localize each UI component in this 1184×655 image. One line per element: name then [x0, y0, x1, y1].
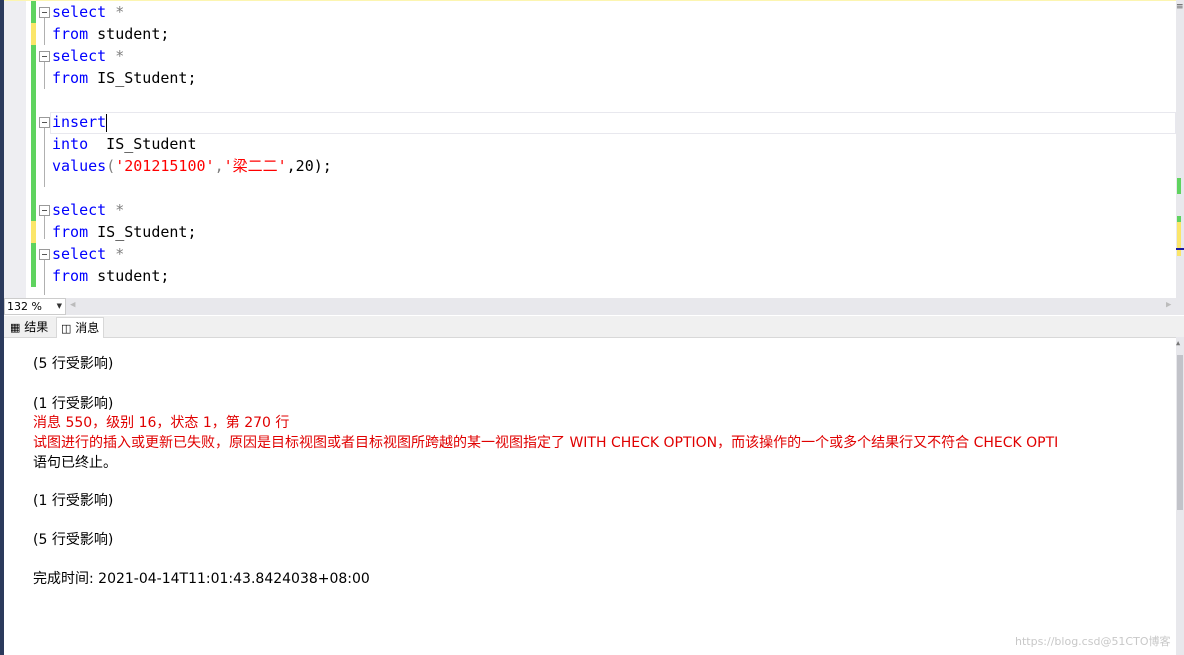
code-line[interactable]: insert [52, 111, 108, 133]
change-marker-saved [31, 243, 36, 287]
split-icon[interactable]: ≡ [1176, 2, 1184, 12]
change-marker-unsaved [31, 23, 36, 45]
watermark: https://blog.csd@51CTO博客 [1015, 635, 1171, 648]
messages-vertical-scrollbar[interactable]: ▲ [1176, 337, 1184, 655]
scroll-right-icon[interactable]: ▶ [1166, 300, 1171, 310]
message-line: (1 行受影响) [33, 493, 114, 509]
scroll-marker [1177, 178, 1181, 194]
editor-gutter [4, 1, 26, 299]
tab-results[interactable]: ▦ 结果 [6, 317, 52, 337]
fold-guide [44, 17, 45, 45]
chevron-down-icon: ▼ [56, 302, 62, 310]
message-line: (5 行受影响) [33, 532, 114, 548]
change-marker-saved [31, 1, 36, 23]
message-line: (5 行受影响) [33, 356, 114, 372]
collapse-icon[interactable] [39, 117, 50, 128]
zoom-dropdown[interactable]: 132 % ▼ [4, 298, 66, 315]
fold-guide [44, 259, 45, 295]
message-line: 语句已终止。 [33, 455, 117, 471]
code-line[interactable]: from IS_Student; [52, 221, 197, 243]
code-line[interactable]: values('201215100','梁二二',20); [52, 155, 332, 177]
collapse-icon[interactable] [39, 249, 50, 260]
code-line[interactable]: from student; [52, 265, 169, 287]
tab-messages[interactable]: ◫ 消息 [56, 317, 105, 338]
collapse-icon[interactable] [39, 51, 50, 62]
completion-time: 完成时间: 2021-04-14T11:01:43.8424038+08:00 [33, 571, 370, 587]
editor-horizontal-scrollbar[interactable]: 132 % ▼ ◀ ▶ [4, 298, 1184, 315]
code-line[interactable]: select * [52, 45, 124, 67]
results-tab-bar: ▦ 结果 ◫ 消息 [4, 316, 1184, 338]
collapse-icon[interactable] [39, 205, 50, 216]
error-message-header: 消息 550，级别 16，状态 1，第 270 行 [33, 415, 290, 431]
caret-position-marker [1176, 248, 1184, 250]
sql-editor[interactable]: select * from student; select * from IS_… [4, 0, 1176, 299]
scroll-up-icon[interactable]: ▲ [1176, 339, 1180, 347]
messages-icon: ◫ [61, 322, 72, 335]
fold-guide [44, 61, 45, 89]
fold-guide [44, 215, 45, 239]
code-line[interactable]: select * [52, 199, 124, 221]
messages-pane[interactable]: (5 行受影响) (1 行受影响) 消息 550，级别 16，状态 1，第 27… [4, 338, 1176, 655]
error-message-text: 试图进行的插入或更新已失败，原因是目标视图或者目标视图所跨越的某一视图指定了 W… [33, 435, 1059, 451]
collapse-icon[interactable] [39, 7, 50, 18]
scrollbar-thumb[interactable] [1177, 355, 1183, 510]
change-marker-saved [31, 45, 36, 221]
scroll-left-icon[interactable]: ◀ [70, 300, 75, 310]
code-line[interactable]: select * [52, 1, 124, 23]
editor-vertical-scrollbar[interactable]: ≡ [1176, 0, 1184, 298]
code-line[interactable]: from IS_Student; [52, 67, 197, 89]
code-line[interactable]: into IS_Student [52, 133, 197, 155]
code-line[interactable]: select * [52, 243, 124, 265]
change-marker-unsaved [31, 221, 36, 243]
current-line-highlight [50, 112, 1176, 134]
message-line: (1 行受影响) [33, 396, 114, 412]
text-caret [106, 113, 108, 132]
grid-icon: ▦ [10, 321, 21, 334]
scroll-marker [1177, 222, 1181, 256]
fold-guide [44, 127, 45, 187]
code-line[interactable]: from student; [52, 23, 169, 45]
